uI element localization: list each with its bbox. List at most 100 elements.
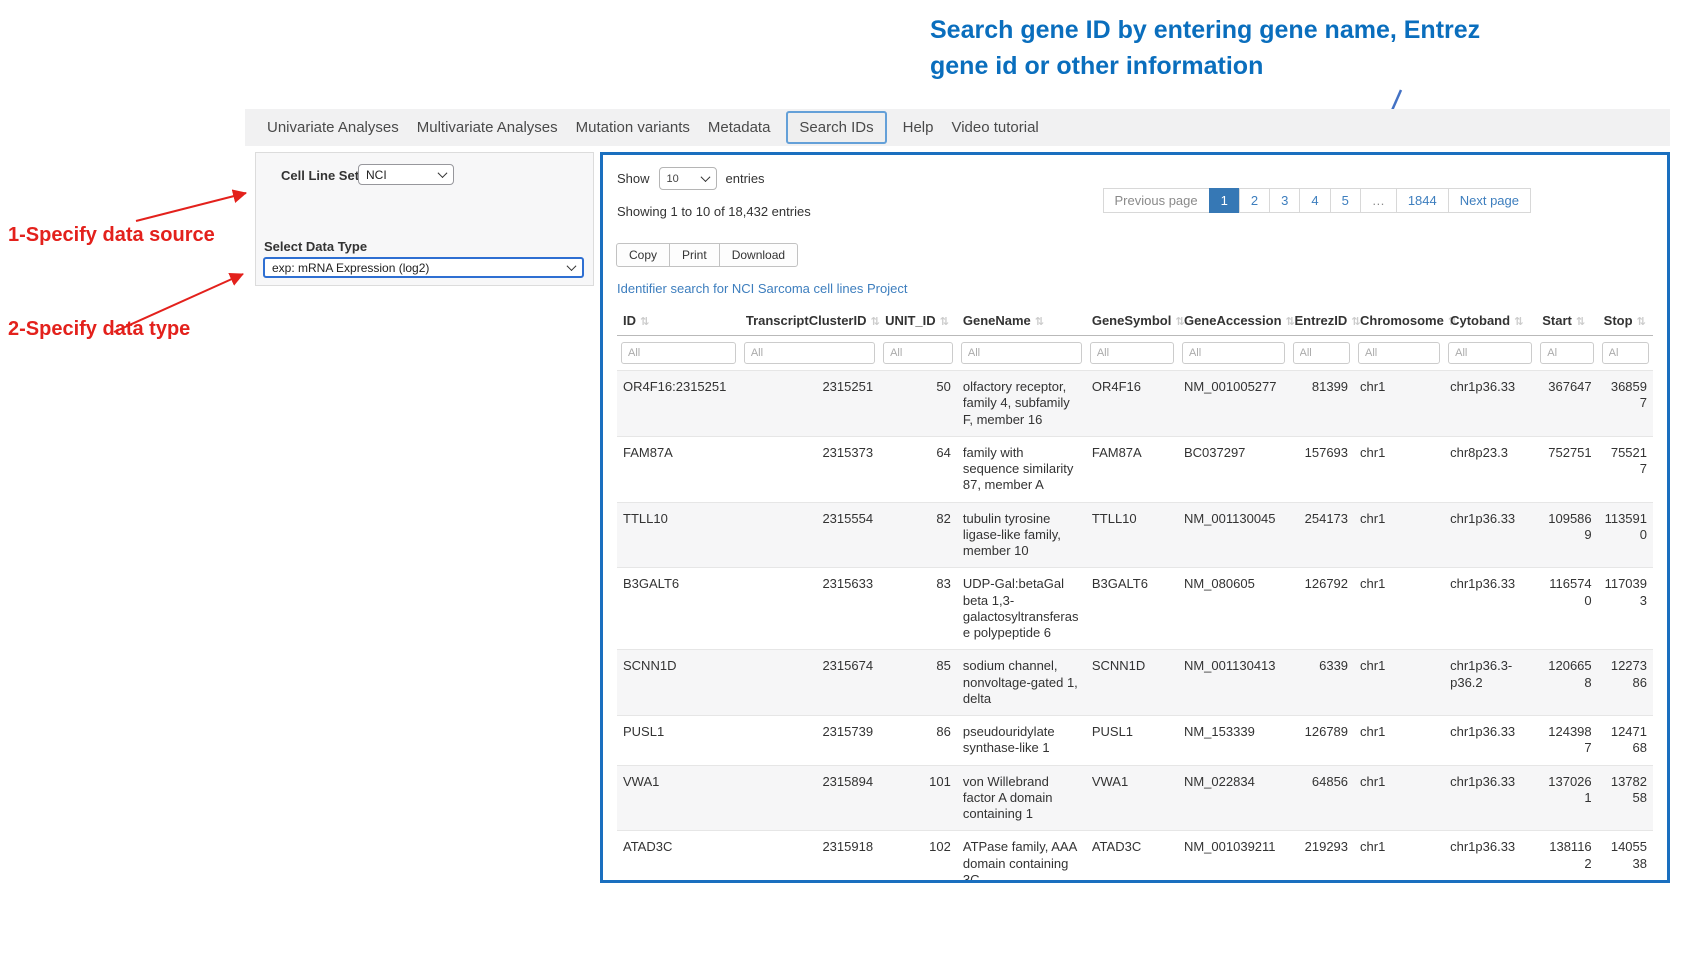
column-header-stop[interactable]: Stop⇅ — [1598, 305, 1653, 336]
column-header-chromosome[interactable]: Chromosome⇅ — [1354, 305, 1444, 336]
filter-input-start[interactable] — [1540, 342, 1593, 364]
filter-input-unit-id[interactable] — [883, 342, 953, 364]
sort-icon: ⇅ — [1576, 316, 1585, 328]
filter-cell — [1086, 336, 1178, 371]
tab-video-tutorial[interactable]: Video tutorial — [951, 119, 1038, 136]
filter-input-chromosome[interactable] — [1358, 342, 1440, 364]
table-cell: 1170393 — [1598, 568, 1653, 650]
page-size-value: 10 — [667, 173, 679, 185]
table-cell: SCNN1D — [1086, 650, 1178, 716]
tab-multivariate-analyses[interactable]: Multivariate Analyses — [417, 119, 558, 136]
table-cell: tubulin tyrosine ligase-like family, mem… — [957, 502, 1086, 568]
cell-line-set-select[interactable]: NCI — [358, 164, 454, 185]
column-header-label: TranscriptClusterID — [746, 313, 867, 328]
table-cell: 1243987 — [1536, 716, 1597, 766]
tab-mutation-variants[interactable]: Mutation variants — [576, 119, 690, 136]
print-button[interactable]: Print — [669, 243, 720, 267]
sort-icon: ⇅ — [640, 316, 649, 328]
table-cell: 2315554 — [740, 502, 879, 568]
column-header-label: GeneAccession — [1184, 313, 1282, 328]
table-cell: family with sequence similarity 87, memb… — [957, 436, 1086, 502]
column-header-genesymbol[interactable]: GeneSymbol⇅ — [1086, 305, 1178, 336]
pagination-previous-button[interactable]: Previous page — [1103, 188, 1210, 213]
entries-label: entries — [726, 171, 765, 186]
column-header-label: UNIT_ID — [885, 313, 936, 328]
column-header-entrezid[interactable]: EntrezID⇅ — [1289, 305, 1355, 336]
table-cell: sodium channel, nonvoltage-gated 1, delt… — [957, 650, 1086, 716]
show-label: Show — [617, 171, 650, 186]
pagination-page-1844[interactable]: 1844 — [1396, 188, 1449, 213]
column-header-label: Start — [1542, 313, 1572, 328]
filter-input-genesymbol[interactable] — [1090, 342, 1174, 364]
filter-cell — [1598, 336, 1653, 371]
filter-input-stop[interactable] — [1602, 342, 1649, 364]
table-cell: chr8p23.3 — [1444, 436, 1536, 502]
filter-cell — [1444, 336, 1536, 371]
table-cell: ATAD3C — [1086, 831, 1178, 883]
table-cell: BC037297 — [1178, 436, 1289, 502]
table-cell: chr1 — [1354, 716, 1444, 766]
filter-input-cytoband[interactable] — [1448, 342, 1532, 364]
chevron-down-icon — [567, 261, 577, 271]
filter-input-genename[interactable] — [961, 342, 1082, 364]
table-cell: 1095869 — [1536, 502, 1597, 568]
search-ids-panel: Show 10 entries Showing 1 to 10 of 18,43… — [600, 152, 1670, 883]
export-button-group: CopyPrintDownload — [617, 243, 798, 267]
tab-metadata[interactable]: Metadata — [708, 119, 771, 136]
table-cell: 126792 — [1289, 568, 1355, 650]
table-cell: TTLL10 — [617, 502, 740, 568]
table-cell: olfactory receptor, family 4, subfamily … — [957, 371, 1086, 437]
table-cell: 1206658 — [1536, 650, 1597, 716]
pagination-page-2[interactable]: 2 — [1239, 188, 1270, 213]
table-cell: 1247168 — [1598, 716, 1653, 766]
red-annotation-note-1: 1-Specify data source — [8, 224, 215, 247]
sidebar-panel: Cell Line Set NCI Select Data Type exp: … — [255, 152, 594, 286]
filter-input-geneaccession[interactable] — [1182, 342, 1285, 364]
gene-table: ID⇅TranscriptClusterID⇅UNIT_ID⇅GeneName⇅… — [617, 305, 1653, 883]
red-annotation-note-2: 2-Specify data type — [8, 318, 190, 341]
filter-cell — [1289, 336, 1355, 371]
pagination-page-3[interactable]: 3 — [1269, 188, 1300, 213]
filter-cell — [879, 336, 957, 371]
filter-input-id[interactable] — [621, 342, 736, 364]
pagination-page-1[interactable]: 1 — [1209, 188, 1240, 213]
filter-input-transcriptclusterid[interactable] — [744, 342, 875, 364]
tab-univariate-analyses[interactable]: Univariate Analyses — [267, 119, 399, 136]
data-type-select[interactable]: exp: mRNA Expression (log2) — [263, 257, 584, 278]
data-type-label: Select Data Type — [264, 239, 367, 254]
column-header-genename[interactable]: GeneName⇅ — [957, 305, 1086, 336]
download-button[interactable]: Download — [719, 243, 798, 267]
page-size-select[interactable]: 10 — [659, 167, 717, 190]
copy-button[interactable]: Copy — [616, 243, 670, 267]
column-header-start[interactable]: Start ⇅ — [1536, 305, 1597, 336]
table-cell: chr1 — [1354, 765, 1444, 831]
table-cell: chr1 — [1354, 831, 1444, 883]
table-cell: 219293 — [1289, 831, 1355, 883]
table-cell: 1405538 — [1598, 831, 1653, 883]
column-header-transcriptclusterid[interactable]: TranscriptClusterID⇅ — [740, 305, 879, 336]
tab-help[interactable]: Help — [903, 119, 934, 136]
table-cell: NM_153339 — [1178, 716, 1289, 766]
table-cell: chr1p36.3-p36.2 — [1444, 650, 1536, 716]
table-cell: chr1 — [1354, 650, 1444, 716]
column-header-id[interactable]: ID⇅ — [617, 305, 740, 336]
table-cell: NM_001130413 — [1178, 650, 1289, 716]
column-header-unit-id[interactable]: UNIT_ID⇅ — [879, 305, 957, 336]
column-header-geneaccession[interactable]: GeneAccession⇅ — [1178, 305, 1289, 336]
table-cell: PUSL1 — [617, 716, 740, 766]
pagination-page-5[interactable]: 5 — [1330, 188, 1361, 213]
column-header-label: GeneSymbol — [1092, 313, 1171, 328]
filter-input-entrezid[interactable] — [1293, 342, 1351, 364]
chevron-down-icon — [700, 172, 710, 182]
table-header-row: ID⇅TranscriptClusterID⇅UNIT_ID⇅GeneName⇅… — [617, 305, 1653, 336]
table-cell: 1165740 — [1536, 568, 1597, 650]
tab-search-ids[interactable]: Search IDs — [786, 111, 886, 144]
table-cell: 2315674 — [740, 650, 879, 716]
identifier-search-link[interactable]: Identifier search for NCI Sarcoma cell l… — [617, 281, 907, 296]
pagination-page-4[interactable]: 4 — [1299, 188, 1330, 213]
pagination-next-button[interactable]: Next page — [1448, 188, 1531, 213]
table-cell: OR4F16:2315251 — [617, 371, 740, 437]
table-cell: chr1p36.33 — [1444, 371, 1536, 437]
column-header-cytoband[interactable]: Cytoband⇅ — [1444, 305, 1536, 336]
table-cell: 2315373 — [740, 436, 879, 502]
